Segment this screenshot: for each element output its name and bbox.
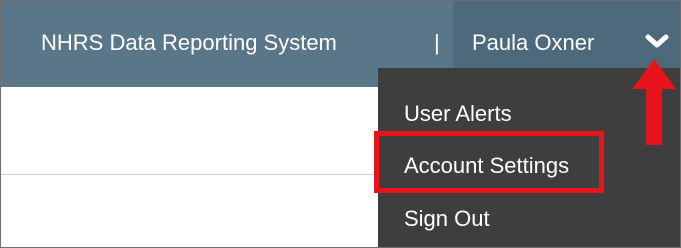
chevron-down-icon[interactable]	[643, 32, 671, 52]
app-title[interactable]: NHRS Data Reporting System	[41, 28, 337, 58]
highlight-box	[374, 131, 604, 193]
menu-item-user-alerts[interactable]: User Alerts	[404, 99, 512, 129]
red-up-arrow-icon	[632, 59, 676, 145]
menu-item-sign-out[interactable]: Sign Out	[404, 204, 490, 234]
user-name[interactable]: Paula Oxner	[472, 28, 594, 58]
page-frame: NHRS Data Reporting System | Paula Oxner…	[0, 0, 681, 248]
content-divider	[1, 174, 378, 175]
title-separator: |	[434, 30, 440, 55]
